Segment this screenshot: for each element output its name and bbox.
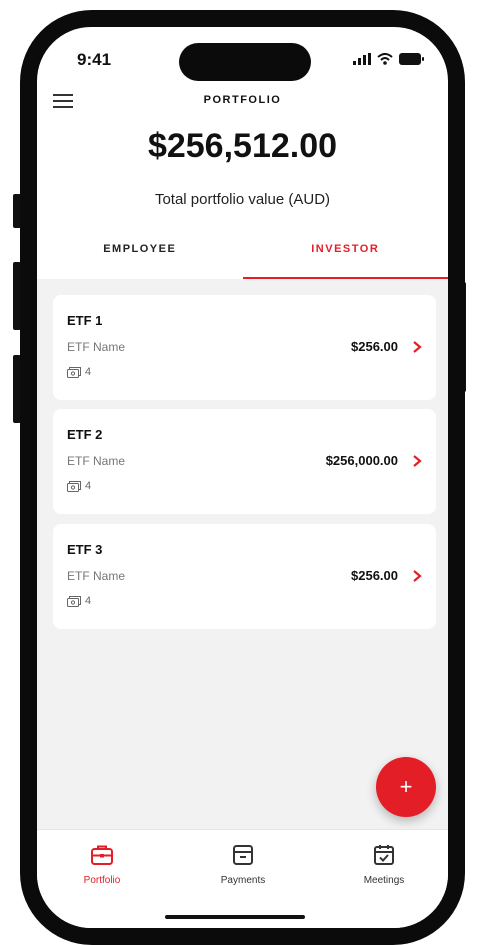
tab-employee[interactable]: EMPLOYEE	[37, 237, 243, 279]
holding-title: ETF 3	[67, 542, 103, 557]
briefcase-icon	[91, 845, 113, 865]
nav-item-portfolio[interactable]: Portfolio	[57, 844, 147, 886]
nav-label: Payments	[220, 875, 266, 886]
dynamic-island	[179, 43, 311, 81]
signal-icon	[353, 53, 371, 65]
holdings-list: ETF 1 ETF Name 4 $256.00 ETF 2 ETF Name	[37, 279, 448, 829]
holding-quantity: 4	[67, 366, 91, 378]
holding-quantity: 4	[67, 480, 91, 492]
holding-quantity-value: 4	[85, 595, 92, 607]
units-icon	[67, 480, 81, 492]
phone-screen: 9:41 PORTFOLIO $256,512.00 Total portfol…	[37, 27, 448, 928]
holding-name: ETF Name	[67, 569, 126, 583]
tab-investor[interactable]: INVESTOR	[242, 237, 449, 279]
holding-quantity: 4	[67, 595, 91, 607]
calendar-check-icon	[374, 845, 394, 865]
units-icon	[67, 595, 81, 607]
holding-quantity-value: 4	[85, 480, 92, 492]
wallet-icon	[233, 845, 253, 865]
total-portfolio-value: $256,512.00	[147, 127, 338, 165]
holding-title: ETF 2	[67, 427, 103, 442]
plus-icon: +	[399, 774, 413, 799]
battery-icon	[399, 53, 424, 65]
chevron-right-icon[interactable]	[412, 340, 422, 354]
add-button[interactable]: +	[376, 757, 436, 817]
nav-item-meetings[interactable]: Meetings	[339, 844, 429, 886]
holding-card[interactable]: ETF 1 ETF Name 4 $256.00	[53, 295, 436, 400]
holding-title: ETF 1	[67, 313, 103, 328]
home-indicator	[165, 915, 305, 919]
wifi-icon	[377, 53, 393, 65]
holding-name: ETF Name	[67, 340, 126, 354]
holding-card[interactable]: ETF 2 ETF Name 4 $256,000.00	[53, 409, 436, 514]
units-icon	[67, 366, 81, 378]
portfolio-tabs: EMPLOYEE INVESTOR	[37, 237, 448, 279]
nav-label: Meetings	[363, 875, 405, 886]
page-title: PORTFOLIO	[203, 94, 282, 106]
holding-quantity-value: 4	[85, 366, 92, 378]
status-time: 9:41	[77, 50, 112, 69]
nav-item-payments[interactable]: Payments	[198, 844, 288, 886]
total-portfolio-label: Total portfolio value (AUD)	[154, 191, 331, 208]
holding-name: ETF Name	[67, 454, 126, 468]
holding-amount: $256.00	[351, 568, 398, 583]
holding-card[interactable]: ETF 3 ETF Name 4 $256.00	[53, 524, 436, 629]
holding-amount: $256,000.00	[325, 453, 398, 468]
chevron-right-icon[interactable]	[412, 569, 422, 583]
bottom-nav: Portfolio Payments Meetings	[37, 829, 448, 928]
status-icons	[353, 53, 424, 65]
nav-label: Portfolio	[83, 875, 121, 886]
chevron-right-icon[interactable]	[412, 454, 422, 468]
holding-amount: $256.00	[351, 339, 398, 354]
